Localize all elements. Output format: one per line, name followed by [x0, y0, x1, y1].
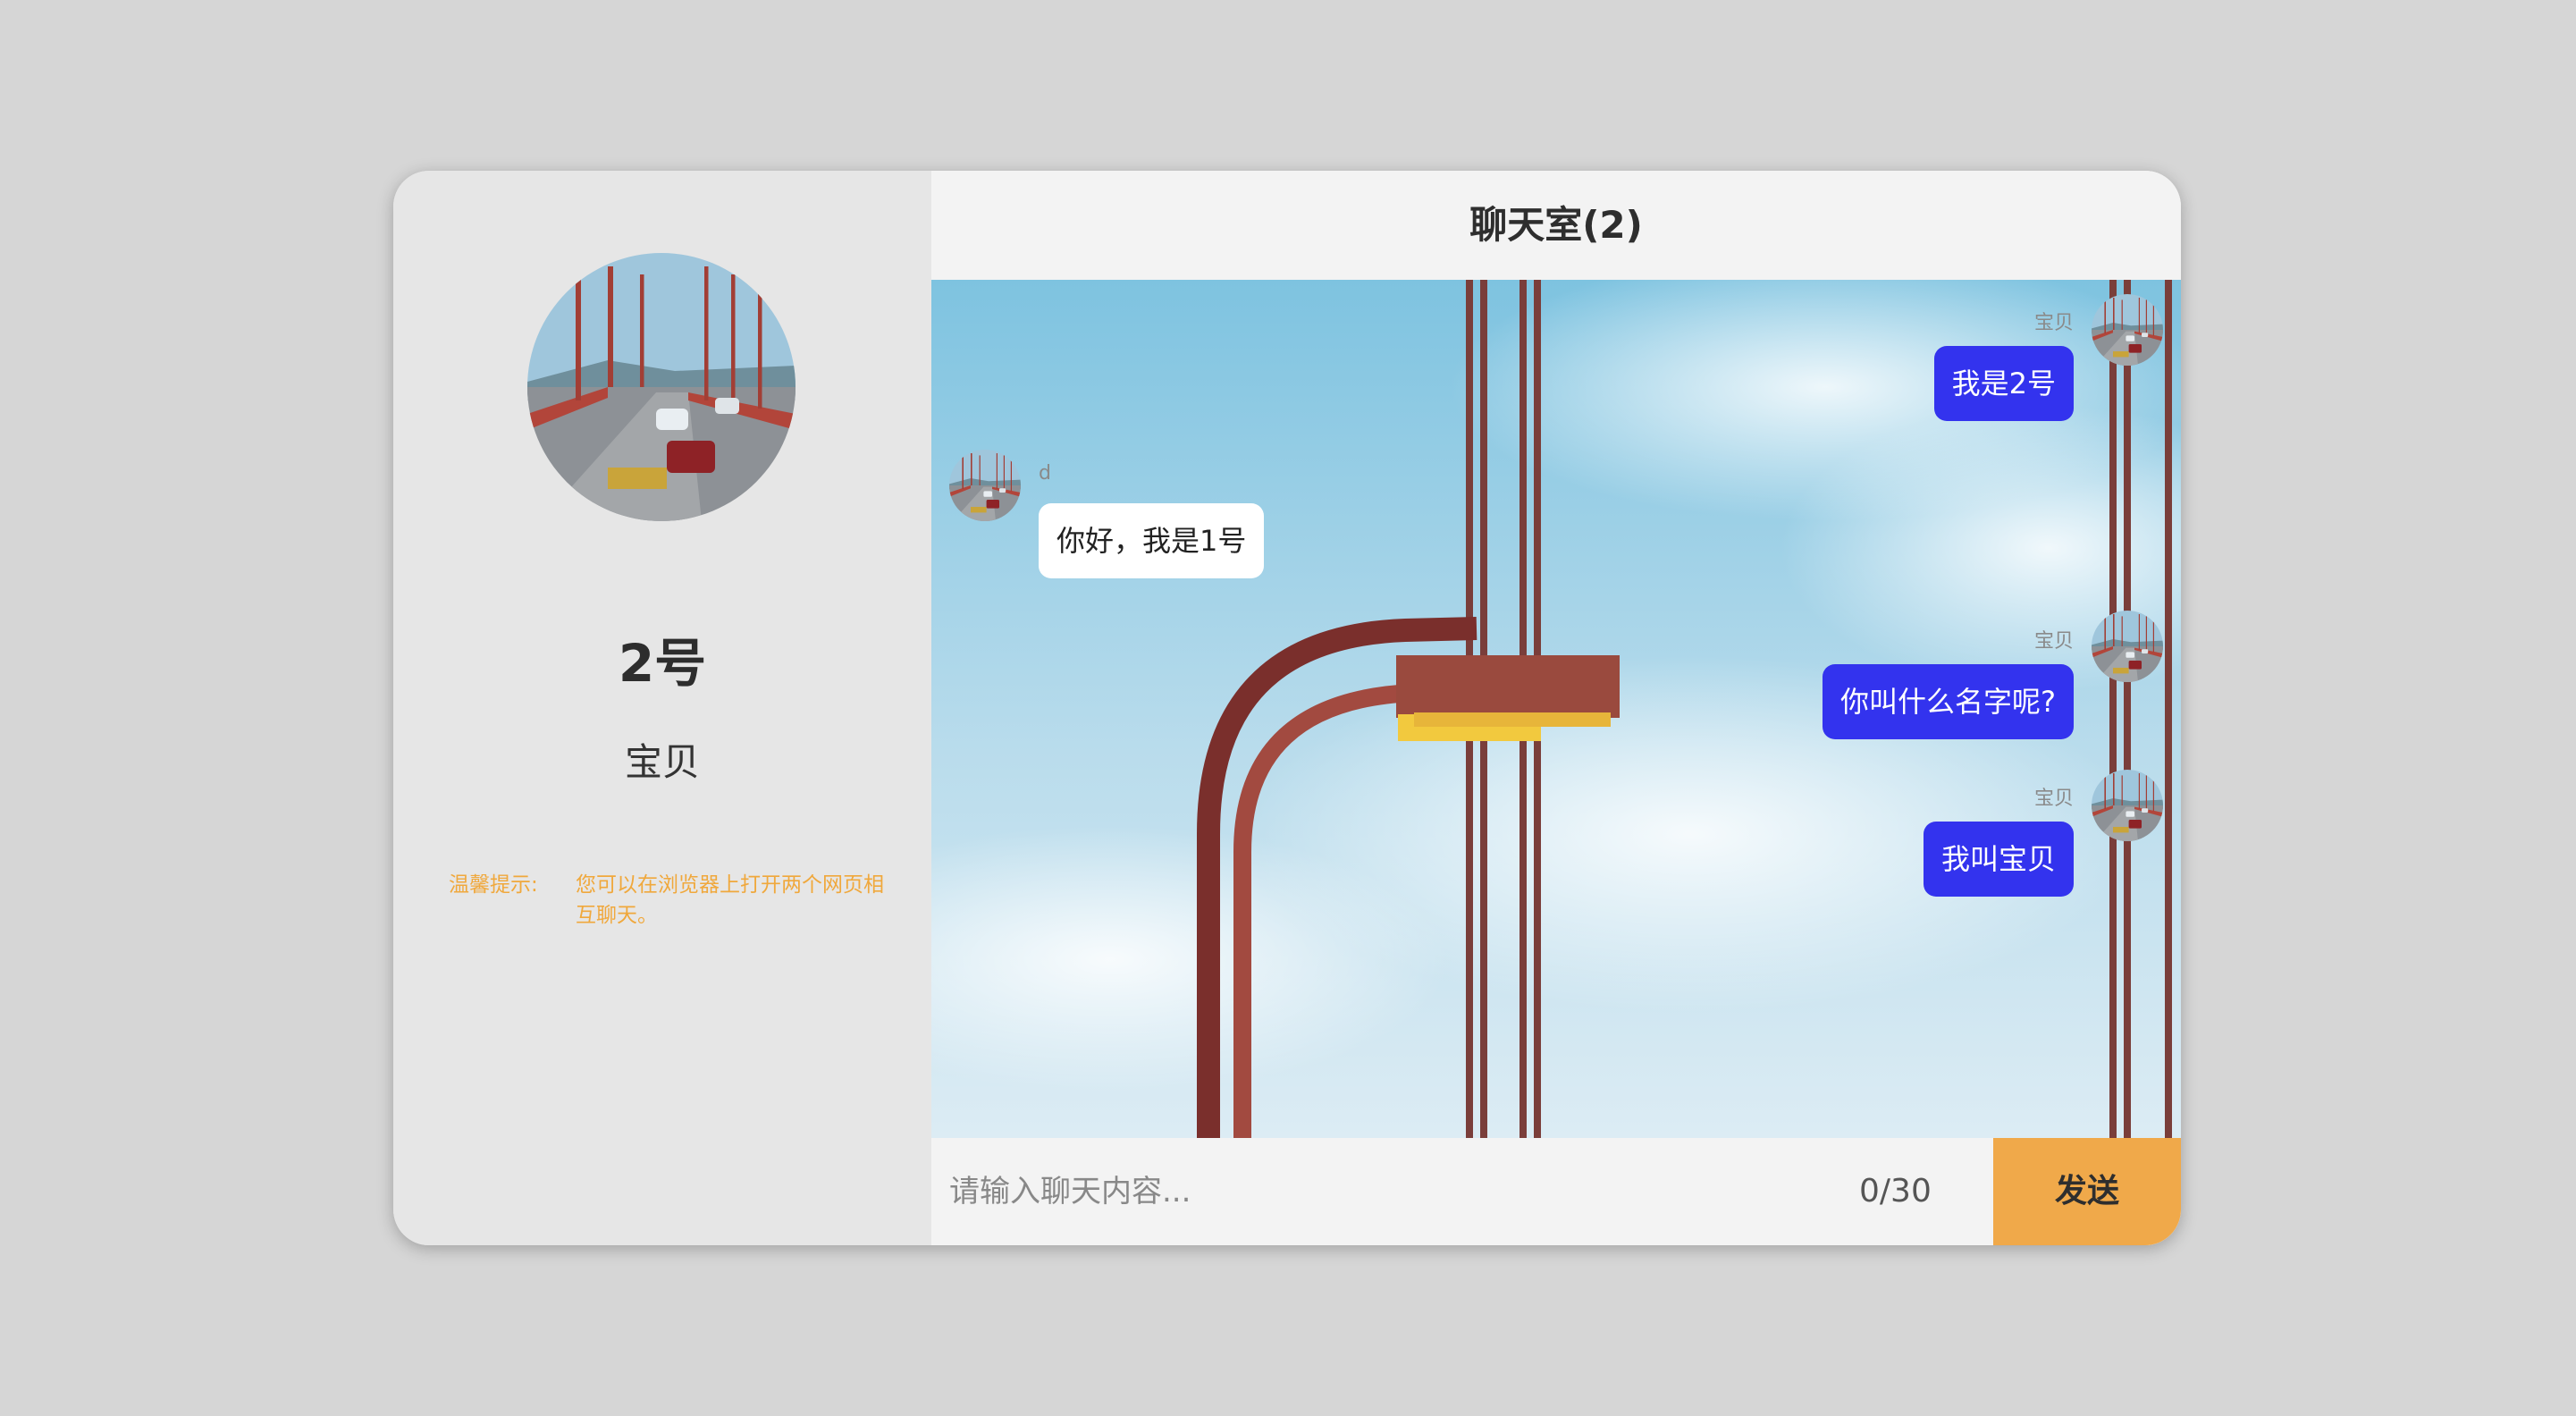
send-button[interactable]: 发送 [1993, 1138, 2181, 1245]
message-sender: 宝贝 [2033, 312, 2074, 334]
chat-app-window: 2号 宝贝 温馨提示: 您可以在浏览器上打开两个网页相互聊天。 聊天室(2) 宝… [393, 171, 2181, 1245]
message-sender: 宝贝 [2033, 788, 2074, 810]
input-bar: 0/30 发送 [931, 1138, 2181, 1245]
message-sender: d [1039, 462, 1051, 485]
chat-title: 聊天室(2) [931, 171, 2181, 280]
bridge-photo-icon [2092, 611, 2163, 682]
message-bubble: 你好，我是1号 [1039, 503, 1265, 578]
message-item: 宝贝 你叫什么名字呢? [931, 602, 2181, 754]
bridge-photo-icon [2092, 294, 2163, 366]
message-bubble: 你叫什么名字呢? [1823, 664, 2074, 739]
message-item: 宝贝 我叫宝贝 [931, 763, 2181, 914]
message-avatar [949, 450, 1021, 521]
message-list[interactable]: 宝贝 我是2号 d 你好，我是1号 宝贝 你叫什么名字呢? 宝贝 我叫宝贝 [931, 280, 2181, 1138]
profile-avatar [527, 253, 796, 521]
message-item: d 你好，我是1号 [931, 423, 2181, 584]
message-avatar [2092, 294, 2163, 366]
bridge-photo-icon [2092, 770, 2163, 841]
tip-label: 温馨提示: [449, 873, 538, 897]
message-input[interactable] [931, 1138, 1859, 1245]
tip-text: 您可以在浏览器上打开两个网页相互聊天。 [576, 873, 884, 927]
message-bubble: 我是2号 [1933, 346, 2074, 421]
tip-box: 温馨提示: 您可以在浏览器上打开两个网页相互聊天。 [449, 870, 885, 931]
bridge-photo-icon [949, 450, 1021, 521]
message-sender: 宝贝 [2033, 630, 2074, 653]
chat-panel: 聊天室(2) 宝贝 我是2号 d 你好，我是1号 宝贝 你叫什么名字呢? 宝贝 … [931, 171, 2181, 1245]
bridge-photo-icon [527, 253, 796, 521]
profile-name: 2号 [618, 633, 707, 694]
profile-nickname: 宝贝 [624, 740, 700, 784]
message-item: 宝贝 我是2号 [931, 280, 2181, 423]
message-avatar [2092, 611, 2163, 682]
char-counter: 0/30 [1859, 1173, 1932, 1210]
message-bubble: 我叫宝贝 [1923, 822, 2074, 897]
profile-panel: 2号 宝贝 温馨提示: 您可以在浏览器上打开两个网页相互聊天。 [393, 171, 931, 1245]
message-avatar [2092, 770, 2163, 841]
